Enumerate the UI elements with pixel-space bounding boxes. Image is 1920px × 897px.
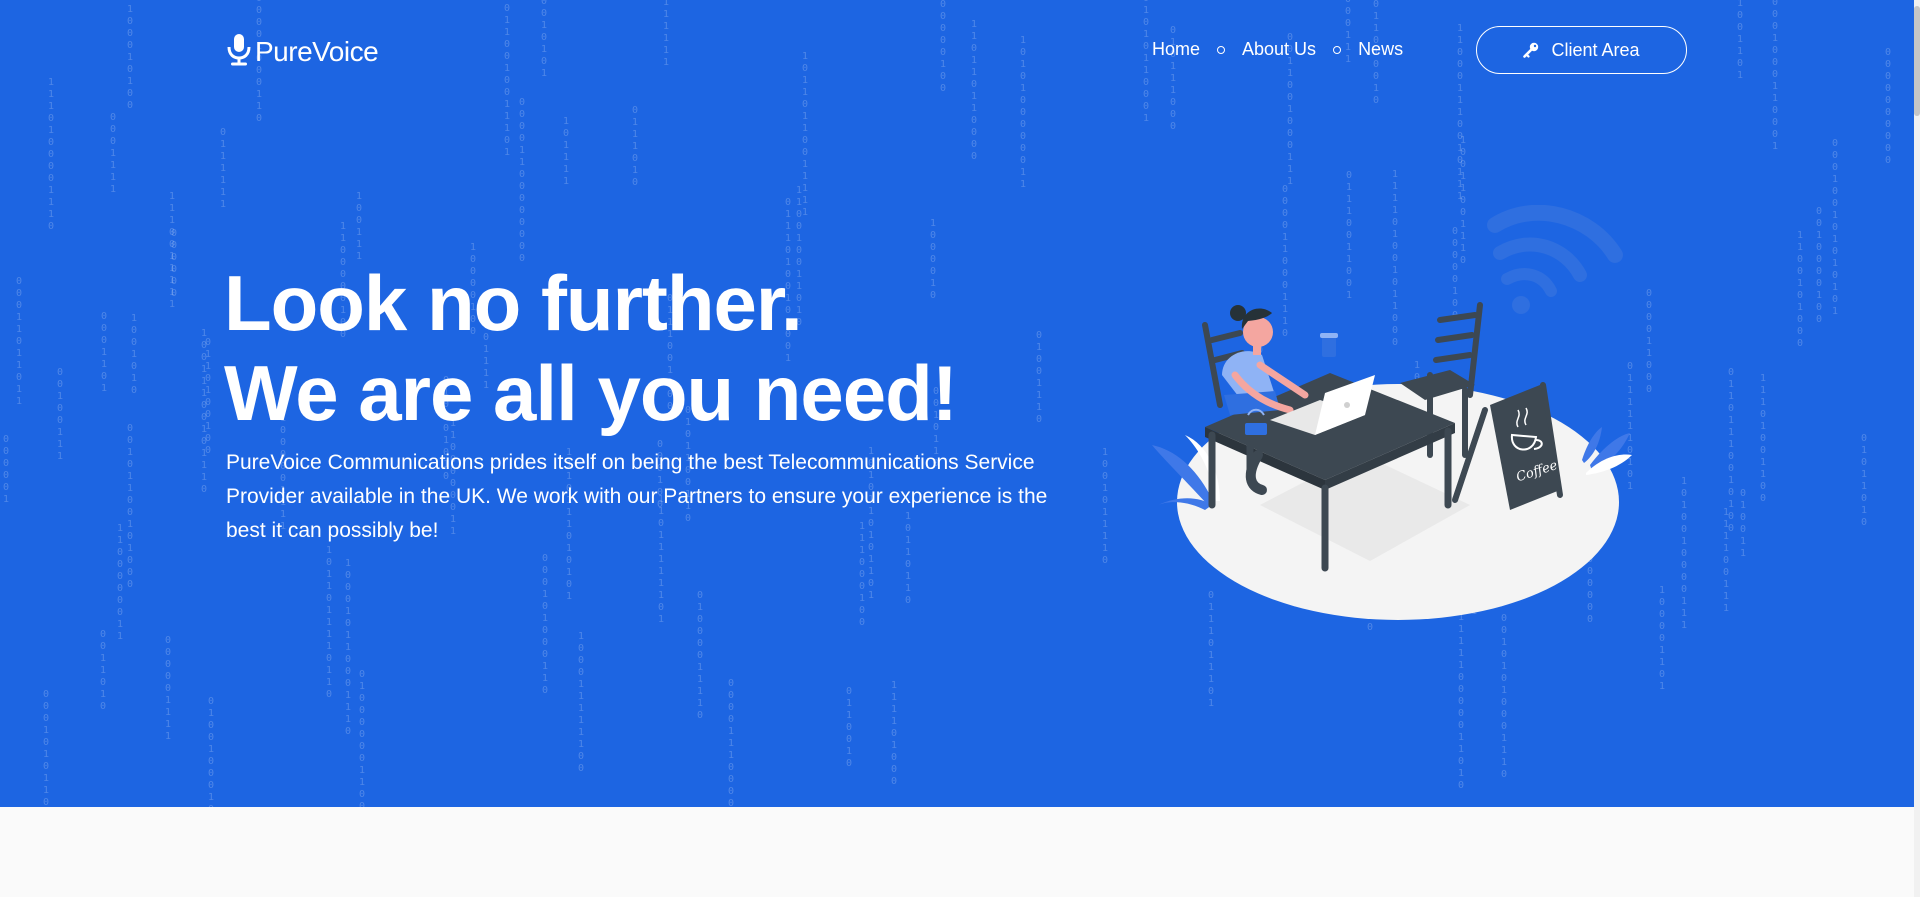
binary-column: 0 1 0 0 1 1 1 0 xyxy=(1035,330,1043,425)
binary-column: 1 0 0 1 0 1 1 1 1 0 xyxy=(1101,447,1109,566)
binary-column: 0 1 1 0 0 1 0 0 1 1 1 0 1 xyxy=(503,3,511,158)
coffee-cup-icon xyxy=(1320,333,1338,357)
hero-illustration: Coffee xyxy=(1152,205,1632,620)
binary-column: 0 0 0 0 1 1 0 0 0 0 0 0 0 0 xyxy=(518,97,526,264)
binary-column: 0 0 1 0 1 0 1 0 0 0 1 1 1 0 xyxy=(1500,613,1508,780)
binary-column: 1 1 1 1 1 0 0 0 0 0 1 1 0 1 0 xyxy=(1457,612,1465,791)
binary-column: 0 0 0 1 1 0 1 1 0 1 1 xyxy=(15,276,23,407)
scrollbar-thumb[interactable] xyxy=(1914,6,1920,116)
binary-column: 0 0 1 0 0 1 1 1 xyxy=(56,367,64,462)
nav-separator xyxy=(1333,45,1342,54)
site-logo[interactable]: PureVoice xyxy=(226,34,379,67)
binary-column: 1 0 0 1 0 1 0 xyxy=(130,313,138,396)
binary-column: 0 1 1 1 1 1 1 xyxy=(219,127,227,210)
binary-column: 1 0 0 0 1 0 1 1 0 0 0 1 1 1 0 xyxy=(344,558,352,737)
binary-column: 1 1 0 0 0 0 0 0 1 1 xyxy=(116,523,124,642)
binary-column: 1 1 1 1 0 1 0 0 0 xyxy=(890,680,898,787)
client-area-button[interactable]: Client Area xyxy=(1476,26,1687,74)
nav-about-us[interactable]: About Us xyxy=(1242,39,1316,60)
microphone-icon xyxy=(227,34,251,66)
main-nav: Home About Us News xyxy=(1152,39,1403,60)
binary-column: 1 1 1 0 1 0 0 1 1 0 0 xyxy=(1759,373,1767,504)
binary-column: 1 0 0 0 1 1 1 1 1 1 0 0 xyxy=(577,631,585,774)
binary-column: 1 0 0 1 1 1 xyxy=(355,191,363,262)
binary-column: 0 0 0 0 0 0 xyxy=(170,228,178,299)
binary-column: 0 1 1 0 0 1 0 xyxy=(845,686,853,769)
client-area-label: Client Area xyxy=(1551,39,1640,60)
binary-column: 1 0 0 0 0 1 0 1 0 1 xyxy=(540,0,548,79)
binary-column: 1 0 1 0 0 1 1 0 1 xyxy=(1736,0,1744,81)
binary-column: 0 1 1 1 0 1 0 xyxy=(631,105,639,188)
binary-column: 1 0 0 0 1 0 0 0 1 1 0 0 0 1 xyxy=(1771,0,1779,152)
binary-column: 1 0 0 0 0 1 1 0 1 xyxy=(1658,585,1666,692)
binary-column: 1 1 1 0 1 0 0 0 0 1 1 1 0 xyxy=(47,77,55,232)
binary-column: 0 1 0 0 0 0 0 0 1 1 0 0 0 xyxy=(358,669,366,807)
hero-headline: Look no further. We are all you need! xyxy=(224,258,958,438)
binary-column: 1 0 1 0 0 1 0 0 0 0 1 1 1 xyxy=(1680,476,1688,631)
binary-column: 0 1 0 0 1 1 xyxy=(1739,488,1747,559)
binary-column: 0 0 1 0 1 1 0 0 1 0 1 0 0 0 xyxy=(126,423,134,590)
binary-column: 1 1 0 0 1 0 1 0 0 0 xyxy=(1796,230,1804,349)
binary-column: 1 0 0 0 1 0 1 0 0 xyxy=(126,4,134,111)
binary-column: 0 1 0 0 1 0 0 0 1 0 1 0 0 0 xyxy=(207,696,215,807)
binary-column: 0 1 0 1 1 0 1 0 xyxy=(1860,433,1868,528)
binary-column: 0 0 1 0 0 0 0 1 0 0 xyxy=(1815,206,1823,325)
binary-column: 0 0 0 0 1 1 1 0 0 0 0 1 1 1 xyxy=(727,678,735,807)
logo-text: PureVoice xyxy=(255,36,379,67)
hero-headline-line-1: Look no further. xyxy=(224,259,803,347)
hero-section: 0 0 1 0 1 1 0 0 0 0 1 0 1 0 0 0 1 1 0 0 … xyxy=(0,0,1914,807)
hero-lead-text: PureVoice Communications prides itself o… xyxy=(226,451,1048,542)
key-icon xyxy=(1523,42,1539,58)
binary-column: 1 1 0 1 1 0 1 1 0 0 0 0 xyxy=(970,19,978,162)
binary-column: 0 0 1 1 0 1 0 xyxy=(99,629,107,712)
binary-column: 0 0 0 0 0 0 0 0 0 0 xyxy=(1884,47,1892,166)
binary-column: 0 0 0 0 0 1 1 1 1 xyxy=(164,635,172,742)
binary-column: 0 0 0 0 0 1 0 0 xyxy=(939,0,947,94)
binary-column: 0 0 0 1 0 0 1 0 1 0 1 0 1 0 1 xyxy=(1831,138,1839,317)
binary-column: 1 0 1 1 0 1 1 1 1 0 1 1 0 xyxy=(325,545,333,700)
binary-column: 0 0 0 1 1 0 1 xyxy=(100,311,108,394)
page-scrollbar[interactable] xyxy=(1914,0,1920,897)
binary-column: 0 0 0 1 0 1 0 0 0 1 1 0 xyxy=(541,553,549,696)
binary-column: 1 0 1 1 1 1 xyxy=(562,116,570,187)
nav-home[interactable]: Home xyxy=(1152,39,1200,60)
binary-column: 1 0 1 1 1 1 1 1 xyxy=(662,0,670,68)
binary-column: 1 0 0 1 1 1 0 0 1 0 1 1 1 0 xyxy=(200,328,208,495)
binary-column: 1 0 1 0 1 0 0 0 0 0 0 1 1 xyxy=(1019,35,1027,190)
binary-column: 0 0 0 0 0 1 xyxy=(2,434,10,505)
binary-column: 0 0 1 0 1 0 1 1 0 0 0 1 xyxy=(1142,0,1150,124)
hero-headline-line-2: We are all you need! xyxy=(224,349,958,437)
binary-column: 0 0 0 1 1 1 1 xyxy=(109,112,117,195)
binary-column: 0 1 0 0 0 0 1 1 1 1 0 xyxy=(696,590,704,721)
binary-column: 0 1 1 0 1 1 1 0 0 1 0 1 0 0 xyxy=(1727,367,1735,534)
nav-separator xyxy=(1217,45,1226,54)
nav-news[interactable]: News xyxy=(1358,39,1403,60)
binary-column: 0 0 0 0 1 1 0 0 0 xyxy=(1645,288,1653,395)
binary-column: 0 0 0 1 0 1 0 1 1 0 1 xyxy=(42,689,50,807)
wifi-icon xyxy=(1487,205,1623,314)
